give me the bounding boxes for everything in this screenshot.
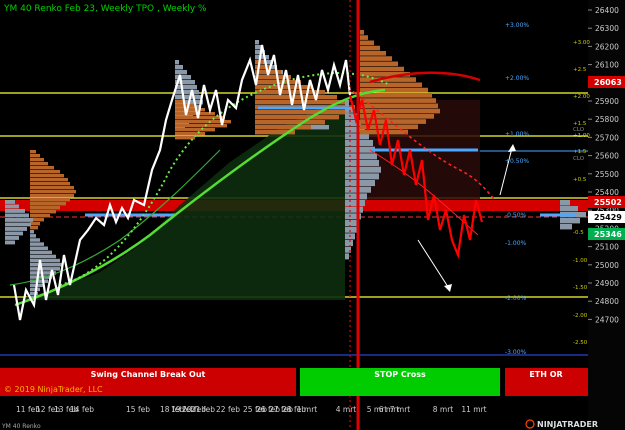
price-tick-label: 25700 xyxy=(595,133,619,142)
price-tick-label: 25900 xyxy=(595,97,619,106)
right-level-label: +3.00 xyxy=(573,40,590,46)
copyright-text: © 2019 NinjaTrader, LLC xyxy=(4,385,103,394)
right-level-label: -0.5 xyxy=(573,230,584,236)
right-level-label: +0.5 xyxy=(573,177,587,183)
price-tick-label: 25000 xyxy=(595,261,619,270)
price-tick-label: 26100 xyxy=(595,61,619,70)
time-axis-label: 11 mrt xyxy=(461,405,486,414)
right-level-label: -1.00 xyxy=(573,258,588,264)
price-tick-label: 26300 xyxy=(595,24,619,33)
price-tick-label: 26200 xyxy=(595,42,619,51)
price-tick-label: 25500 xyxy=(595,170,619,179)
price-tick-label: 24900 xyxy=(595,279,619,288)
percent-level-label: -0.50% xyxy=(505,212,527,219)
right-level-label: +2.5 xyxy=(573,67,587,73)
time-axis-label: 14 feb xyxy=(70,405,94,414)
percent-level-label: +2.00% xyxy=(505,75,529,82)
time-axis-label: 7 mrt xyxy=(390,405,411,414)
time-axis-label: 21 feb xyxy=(191,405,215,414)
time-axis-label: 1 mrt xyxy=(297,405,318,414)
right-level-label: +2.00 xyxy=(573,94,590,100)
time-axis-label: 15 feb xyxy=(126,405,150,414)
time-axis-label: 22 feb xyxy=(216,405,240,414)
time-axis-label: 4 mrt xyxy=(336,405,357,414)
brand-name: NINJATRADER xyxy=(537,420,598,429)
price-marker-label: 25502 xyxy=(594,198,622,207)
price-tick-label: 25600 xyxy=(595,152,619,161)
price-tick-label: 24800 xyxy=(595,297,619,306)
price-tick-label: 26400 xyxy=(595,6,619,15)
instrument-label: YM 40 Renko xyxy=(1,423,41,430)
stop-cross-label: STOP Cross xyxy=(374,370,426,379)
percent-level-label: -1.00% xyxy=(505,240,527,247)
price-tick-label: 25800 xyxy=(595,115,619,124)
price-tick-label: 25100 xyxy=(595,243,619,252)
price-tick-label: 24700 xyxy=(595,315,619,324)
percent-level-label: +3.00% xyxy=(505,22,529,29)
right-level-label: -2.00 xyxy=(573,313,588,319)
chart-title: YM 40 Renko Feb 23, Weekly TPO , Weekly … xyxy=(3,4,207,14)
close-tag: CLO xyxy=(573,156,585,162)
eth-or-label: ETH OR xyxy=(529,370,562,379)
right-level-label: +1.00 xyxy=(573,133,590,139)
price-chart[interactable]: 2640026300262002610026000259002580025700… xyxy=(0,0,625,430)
percent-level-label: -3.00% xyxy=(505,349,527,356)
percent-level-label: +0.50% xyxy=(505,158,529,165)
price-tick-label: 25400 xyxy=(595,188,619,197)
right-level-label: -1.50 xyxy=(573,285,588,291)
percent-level-label: +1.00% xyxy=(505,131,529,138)
right-level-label: +1.5 xyxy=(573,149,587,155)
price-marker-label: 26063 xyxy=(594,78,622,87)
close-tag: CLO xyxy=(573,127,585,133)
percent-level-label: -2.00% xyxy=(505,295,527,302)
time-axis-label: 8 mrt xyxy=(433,405,454,414)
price-marker-label: 25429 xyxy=(594,213,622,222)
ninjatrader-logo: NINJATRADER xyxy=(525,419,598,429)
right-level-label: -2.50 xyxy=(573,340,588,346)
swing-channel-label: Swing Channel Break Out xyxy=(91,370,206,379)
price-marker-label: 25346 xyxy=(594,230,622,239)
